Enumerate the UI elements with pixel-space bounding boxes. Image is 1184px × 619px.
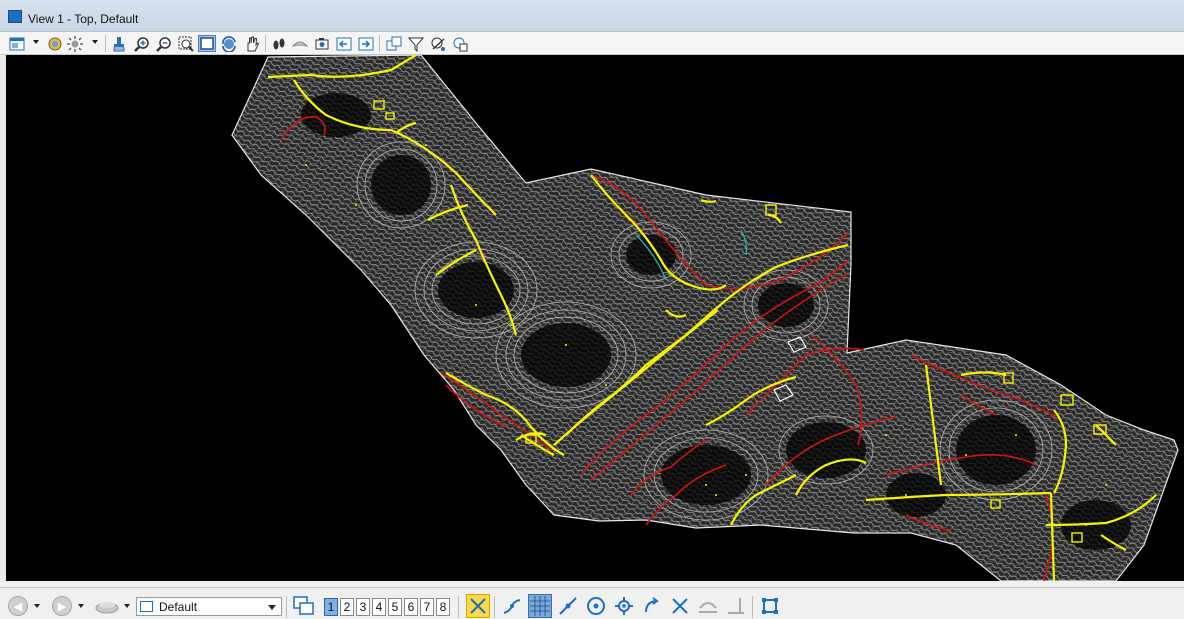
display-style-icon[interactable]: [46, 35, 64, 52]
drawing-canvas[interactable]: [6, 55, 1184, 581]
window-area-icon[interactable]: [177, 35, 195, 52]
fit-view-icon[interactable]: [198, 35, 216, 52]
zoom-in-icon[interactable]: [133, 35, 151, 52]
view-number-4[interactable]: 4: [372, 598, 386, 616]
view-title-bar: View 1 - Top, Default: [0, 0, 1184, 32]
update-view-icon[interactable]: [110, 35, 128, 52]
toolbar-separator: [379, 35, 380, 52]
view-number-6[interactable]: 6: [404, 598, 418, 616]
point-on-snap-icon[interactable]: [758, 594, 782, 618]
saved-views-dropdown-icon[interactable]: [124, 604, 130, 608]
view-group-value: Default: [159, 600, 198, 614]
saved-views-icon[interactable]: [94, 596, 120, 616]
clip-volume-icon[interactable]: [407, 35, 425, 52]
view-settings-icon[interactable]: [451, 35, 469, 52]
toolbar-separator: [752, 596, 753, 618]
forward-dropdown-icon[interactable]: [78, 604, 84, 608]
zoom-out-icon[interactable]: [155, 35, 173, 52]
view-number-1[interactable]: 1: [324, 598, 338, 616]
view-group-icon: [140, 601, 153, 612]
lighting-dropdown-icon[interactable]: [92, 40, 98, 44]
keypoint-snap-icon[interactable]: [528, 594, 552, 618]
view-control-bar: ◀ ▶ Default 1 2 3 4 5 6 7 8: [0, 587, 1184, 619]
previous-view-icon[interactable]: [335, 35, 353, 52]
parallel-snap-icon[interactable]: [724, 594, 748, 618]
toolbar-separator: [286, 596, 287, 618]
next-view-icon[interactable]: [357, 35, 375, 52]
intersection-snap-icon[interactable]: [466, 594, 490, 618]
lighting-icon[interactable]: [66, 35, 84, 52]
view-windows-icon[interactable]: [292, 595, 316, 617]
view-toolbar: [0, 32, 1184, 55]
bisector-snap-icon[interactable]: [640, 594, 664, 618]
rotate-view-icon[interactable]: [220, 35, 238, 52]
fly-icon[interactable]: [291, 35, 309, 52]
toolbar-separator: [494, 596, 495, 618]
camera-icon[interactable]: [313, 35, 331, 52]
center-snap-icon[interactable]: [584, 594, 608, 618]
view-title: View 1 - Top, Default: [28, 12, 139, 26]
chevron-down-icon: [268, 605, 276, 610]
perpendicular-snap-icon[interactable]: [696, 594, 720, 618]
view-number-2[interactable]: 2: [340, 598, 354, 616]
toolbar-separator: [105, 35, 106, 52]
toolbar-separator: [265, 35, 266, 52]
walk-icon[interactable]: [270, 35, 288, 52]
tangent-snap-icon[interactable]: [668, 594, 692, 618]
view-group-select[interactable]: Default: [136, 597, 282, 616]
view-window-icon: [8, 10, 22, 23]
copy-view-icon[interactable]: [385, 35, 403, 52]
toolbar-separator: [458, 596, 459, 618]
view-number-3[interactable]: 3: [356, 598, 370, 616]
clip-mask-icon[interactable]: [429, 35, 447, 52]
view-number-5[interactable]: 5: [388, 598, 402, 616]
pan-view-icon[interactable]: [243, 35, 261, 52]
origin-snap-icon[interactable]: [612, 594, 636, 618]
contour-region: [232, 55, 1178, 581]
view-number-8[interactable]: 8: [436, 598, 450, 616]
back-dropdown-icon[interactable]: [34, 604, 40, 608]
view-number-7[interactable]: 7: [420, 598, 434, 616]
forward-arrow-icon[interactable]: ▶: [52, 596, 72, 616]
midpoint-snap-icon[interactable]: [556, 594, 580, 618]
nearest-snap-icon[interactable]: [500, 594, 524, 618]
view-attributes-icon[interactable]: [8, 35, 26, 52]
view-attributes-dropdown-icon[interactable]: [33, 40, 39, 44]
topographic-map-drawing: [231, 55, 1179, 581]
back-arrow-icon[interactable]: ◀: [8, 596, 28, 616]
